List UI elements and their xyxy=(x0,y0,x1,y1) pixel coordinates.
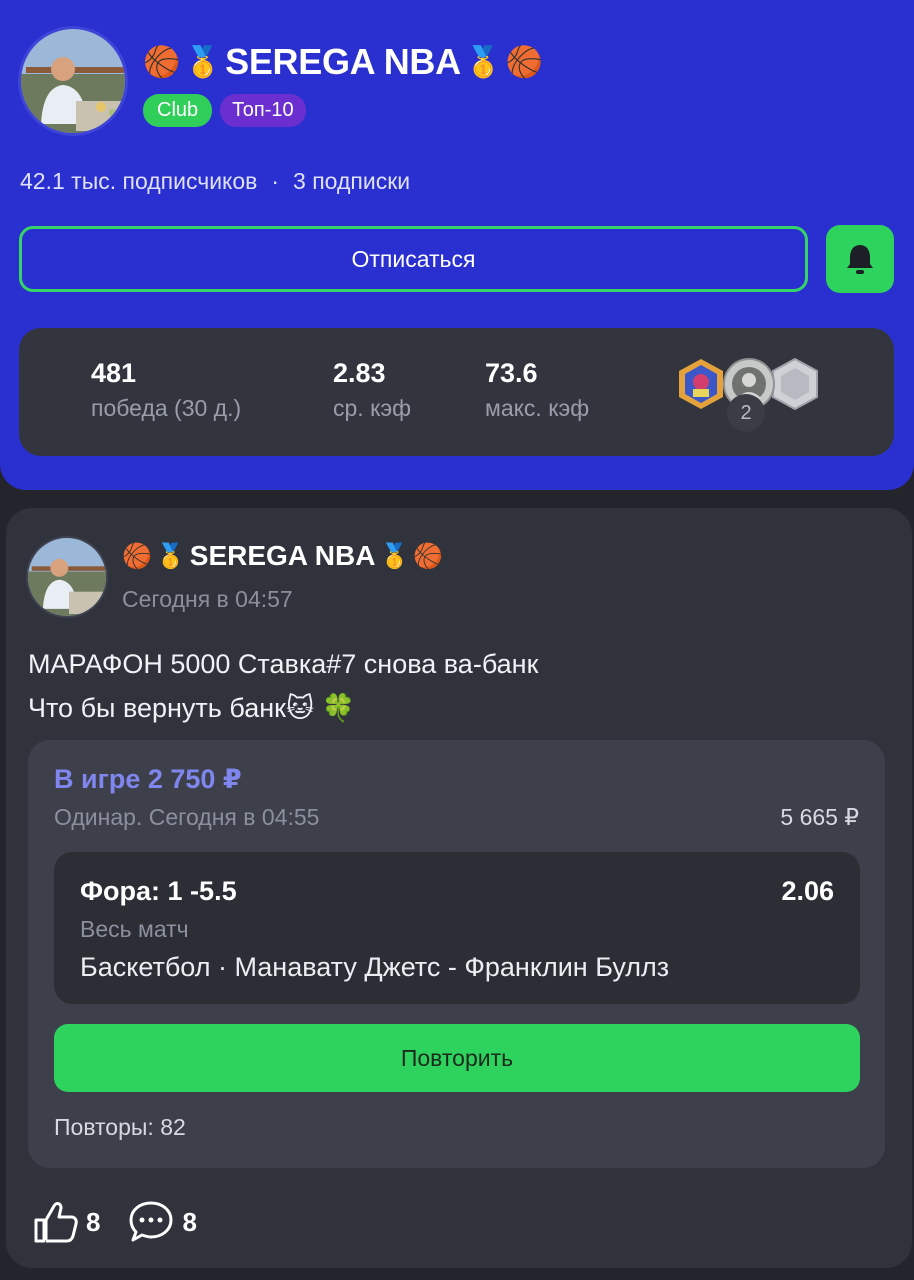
bet-potential-win: 5 665 ₽ xyxy=(780,804,859,830)
basketball-emoji: 🏀 xyxy=(122,542,152,570)
stat-wins: 481 победа (30 д.) xyxy=(91,358,241,422)
stat-max-odds: 73.6 макс. кэф xyxy=(485,358,589,422)
comment-count: 8 xyxy=(182,1206,197,1237)
stat-label: макс. кэф xyxy=(485,395,590,421)
avatar[interactable] xyxy=(18,26,128,136)
unsubscribe-button[interactable]: Отписаться xyxy=(19,226,808,292)
stat-label: ср. кэф xyxy=(333,395,412,421)
post-timestamp: Сегодня в 04:57 xyxy=(122,586,293,612)
medal-emoji: 🥇 xyxy=(184,44,222,80)
bet-card[interactable]: В игре 2 750 ₽ Одинар. Сегодня в 04:55 5… xyxy=(28,740,885,1168)
bell-icon xyxy=(847,245,873,274)
comment-button[interactable]: 8 xyxy=(128,1200,197,1244)
post-text-line: МАРАФОН 5000 Ставка#7 снова ва-банк xyxy=(28,649,539,679)
stat-avg-odds: 2.83 ср. кэф xyxy=(333,358,411,422)
post-text-line: Что бы вернуть банк🐱 🍀 xyxy=(28,693,356,723)
silver-medal-icon xyxy=(769,357,821,411)
basketball-emoji: 🏀 xyxy=(143,44,181,80)
like-count: 8 xyxy=(86,1206,101,1237)
post-card: 🏀 🥇 SEREGA NBA 🥇 🏀 Сегодня в 04:57 МАРАФ… xyxy=(6,508,912,1268)
post-author-text: SEREGA NBA xyxy=(189,540,376,571)
bet-period: Весь матч xyxy=(80,916,189,942)
subscriptions-count[interactable]: 3 подписки xyxy=(293,168,410,195)
repeat-bet-button[interactable]: Повторить xyxy=(54,1024,860,1092)
club-badge: Club xyxy=(143,94,213,127)
top-badge: Топ-10 xyxy=(220,94,306,127)
thumbs-up-icon xyxy=(34,1202,78,1243)
stat-value: 73.6 xyxy=(485,358,538,388)
profile-badges: Club Топ-10 xyxy=(143,94,306,127)
profile-name: 🏀 🥇 SEREGA NBA 🥇 🏀 xyxy=(143,40,543,84)
stat-value: 481 xyxy=(91,358,137,388)
separator-dot: · xyxy=(271,168,280,194)
post-actions: 8 8 xyxy=(32,1200,225,1244)
medal-emoji: 🥇 xyxy=(464,44,502,80)
bet-market: Фора: 1 -5.5 xyxy=(80,876,237,906)
profile-name-text: SEREGA NBA xyxy=(225,41,461,82)
medal-emoji: 🥇 xyxy=(155,542,186,570)
post-text: МАРАФОН 5000 Ставка#7 снова ва-банк Что … xyxy=(28,642,538,730)
profile-header: 🏀 🥇 SEREGA NBA 🥇 🏀 Club Топ-10 42.1 тыс.… xyxy=(0,0,914,490)
subscribers-line: 42.1 тыс. подписчиков · 3 подписки xyxy=(20,168,410,195)
repeats-count: Повторы: 82 xyxy=(54,1114,186,1140)
post-author-avatar[interactable] xyxy=(26,536,108,618)
medal-emoji: 🥇 xyxy=(379,542,410,570)
bet-event: Баскетбол · Манавату Джетс - Франклин Бу… xyxy=(80,952,670,982)
achievement-medals[interactable]: 2 xyxy=(675,356,825,436)
post-author-name[interactable]: 🏀 🥇 SEREGA NBA 🥇 🏀 xyxy=(122,540,443,572)
like-button[interactable]: 8 xyxy=(32,1200,100,1244)
subscribers-count[interactable]: 42.1 тыс. подписчиков xyxy=(20,168,257,195)
medals-extra-count: 2 xyxy=(727,394,765,432)
bet-status: В игре 2 750 ₽ xyxy=(54,764,242,794)
colorful-medal-icon xyxy=(675,358,727,410)
basketball-emoji: 🏀 xyxy=(505,44,543,80)
bet-odds: 2.06 xyxy=(781,876,834,906)
comment-icon xyxy=(129,1201,173,1242)
basketball-emoji: 🏀 xyxy=(413,542,444,570)
bet-selection[interactable]: Фора: 1 -5.5 2.06 Весь матч Баскетбол · … xyxy=(54,852,860,1004)
bet-type: Одинар. Сегодня в 04:55 xyxy=(54,804,320,830)
stat-value: 2.83 xyxy=(333,358,386,388)
stat-label: победа (30 д.) xyxy=(91,395,242,421)
notifications-button[interactable] xyxy=(826,225,894,293)
stats-card: 481 победа (30 д.) 2.83 ср. кэф 73.6 мак… xyxy=(19,328,894,456)
